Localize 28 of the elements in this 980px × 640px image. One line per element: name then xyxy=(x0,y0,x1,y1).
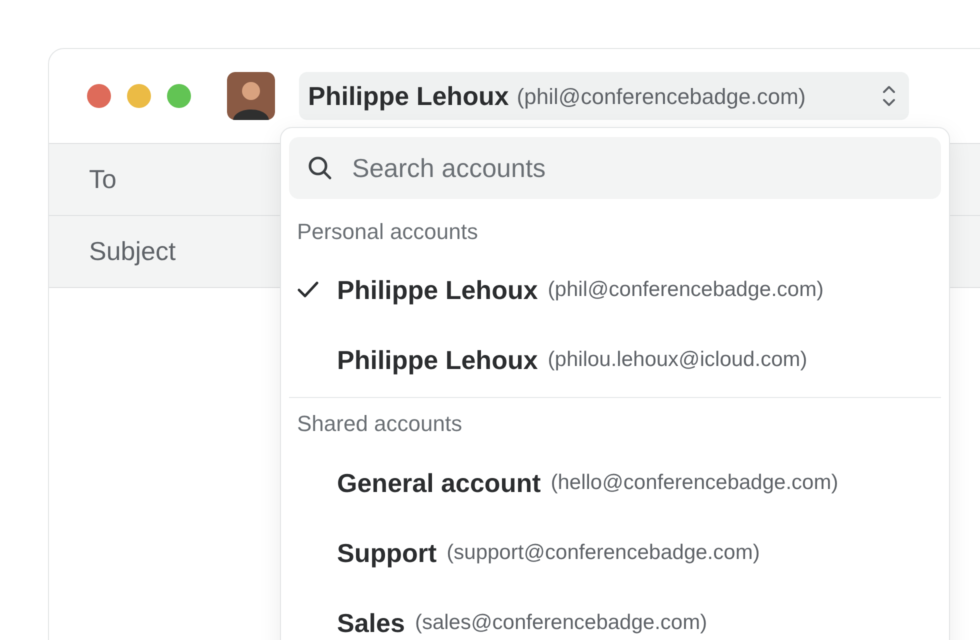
search-icon xyxy=(307,155,333,181)
account-email: (support@conferencebadge.com) xyxy=(446,540,760,566)
section-heading: Shared accounts xyxy=(297,410,462,438)
checkmark-icon xyxy=(297,281,319,299)
section-heading: Personal accounts xyxy=(297,218,478,246)
avatar-icon xyxy=(227,72,275,120)
account-option[interactable]: Philippe Lehoux (phil@conferencebadge.com) xyxy=(289,255,941,325)
account-email: (philou.lehoux@icloud.com) xyxy=(548,347,808,374)
account-email: (phil@conferencebadge.com) xyxy=(548,277,824,304)
account-option[interactable]: Support (support@conferencebadge.com) xyxy=(289,518,941,588)
account-name: Sales xyxy=(337,606,405,640)
search-field[interactable]: Search accounts xyxy=(289,137,941,199)
chevron-up-down-icon xyxy=(882,85,896,107)
account-email: (sales@conferencebadge.com) xyxy=(414,610,708,636)
account-option[interactable]: Sales (sales@conferencebadge.com) xyxy=(289,588,941,640)
account-name: General account xyxy=(337,466,541,500)
field-label: Subject xyxy=(89,235,176,268)
account-email: (hello@conferencebadge.com) xyxy=(550,470,838,496)
close-window-icon[interactable] xyxy=(87,84,111,108)
account-name: Support xyxy=(337,536,437,570)
account-selector[interactable]: Philippe Lehoux (phil@conferencebadge.com) xyxy=(299,72,909,120)
account-name: Philippe Lehoux xyxy=(337,274,538,306)
account-name: Philippe Lehoux xyxy=(337,344,538,376)
account-option[interactable]: Philippe Lehoux (philou.lehoux@icloud.com) xyxy=(289,325,941,395)
account-option[interactable]: General account (hello@conferencebadge.com) xyxy=(289,448,941,518)
field-label: To xyxy=(89,163,116,196)
maximize-window-icon[interactable] xyxy=(167,84,191,108)
minimize-window-icon[interactable] xyxy=(127,84,151,108)
